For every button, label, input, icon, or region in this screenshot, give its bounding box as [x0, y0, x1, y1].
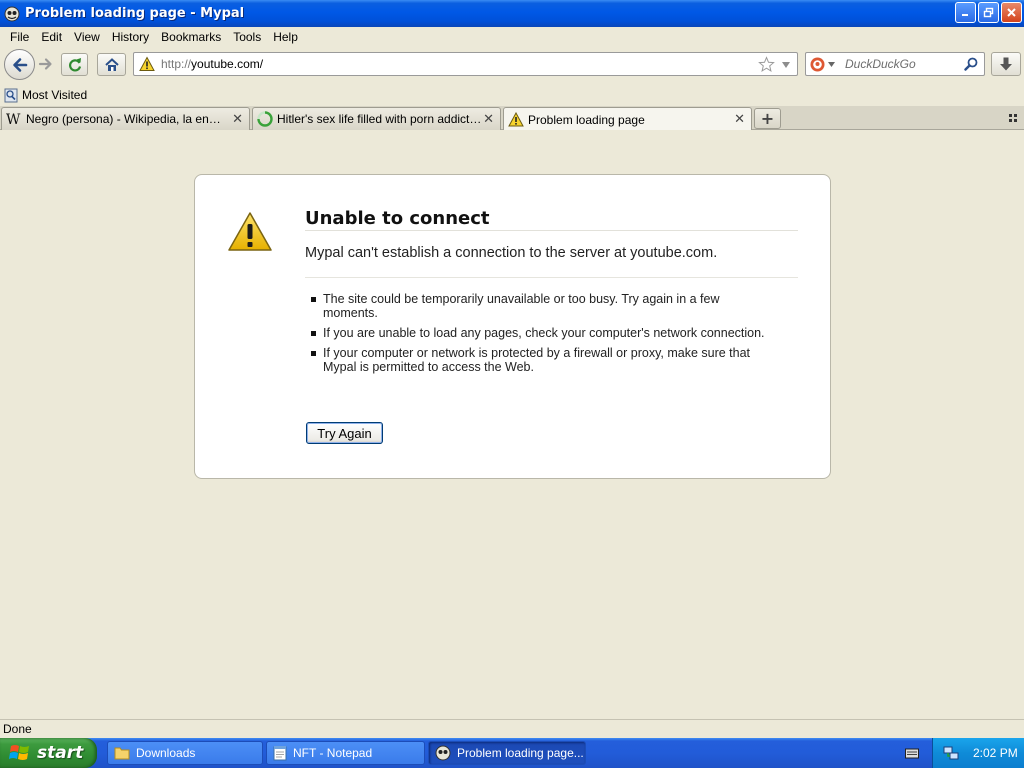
taskbar-item-label: Downloads: [136, 746, 196, 760]
list-item: If your computer or network is protected…: [311, 346, 771, 374]
error-panel: Unable to connect Mypal can't establish …: [194, 174, 831, 479]
url-dropdown-icon[interactable]: [781, 61, 791, 69]
taskbar-item-label: Problem loading page...: [457, 746, 584, 760]
most-visited-item[interactable]: Most Visited: [4, 88, 87, 103]
tab-label: Problem loading page: [528, 112, 645, 127]
try-again-button[interactable]: Try Again: [306, 422, 383, 444]
most-visited-folder-icon: [4, 88, 18, 102]
tab-label: Negro (persona) - Wikipedia, la enciclop…: [26, 112, 226, 126]
close-tab-icon[interactable]: ✕: [232, 112, 243, 127]
mypal-app-icon: [4, 6, 20, 21]
window-title: Problem loading page - Mypal: [25, 6, 245, 21]
new-tab-button[interactable]: +: [754, 108, 781, 129]
tab-label: Hitler's sex life filled with porn addic…: [277, 112, 483, 126]
error-suggestions: The site could be temporarily unavailabl…: [311, 292, 771, 380]
taskbar-item-mypal[interactable]: Problem loading page...: [428, 741, 586, 765]
error-title: Unable to connect: [305, 208, 490, 229]
most-visited-label: Most Visited: [22, 88, 88, 102]
restore-icon: [983, 7, 994, 18]
tab-article[interactable]: Hitler's sex life filled with porn addic…: [252, 107, 501, 130]
menu-history[interactable]: History: [106, 30, 155, 44]
keyboard-icon[interactable]: [905, 747, 919, 759]
network-icon[interactable]: [943, 745, 959, 761]
bookmarks-toolbar: Most Visited: [0, 84, 1024, 106]
url-host: youtube.com/: [191, 57, 264, 71]
loading-spinner-icon: [257, 111, 273, 127]
bookmark-star-icon[interactable]: [758, 56, 775, 73]
menu-bar: File Edit View History Bookmarks Tools H…: [0, 27, 1024, 46]
status-text: Done: [3, 722, 32, 736]
error-message: Mypal can't establish a connection to th…: [305, 245, 718, 261]
windows-logo-icon: [9, 745, 29, 760]
system-tray: 2:02 PM: [932, 738, 1024, 768]
restore-button[interactable]: [978, 2, 999, 23]
large-warning-icon: [228, 212, 272, 251]
mypal-app-icon: [435, 745, 451, 761]
taskbar-item-label: NFT - Notepad: [293, 746, 373, 760]
menu-edit[interactable]: Edit: [35, 30, 68, 44]
page-content: Unable to connect Mypal can't establish …: [0, 130, 1024, 719]
taskbar-item-downloads[interactable]: Downloads: [107, 741, 263, 765]
close-tab-icon[interactable]: ✕: [734, 112, 745, 127]
message-divider: [305, 277, 798, 278]
menu-view[interactable]: View: [68, 30, 106, 44]
folder-icon: [114, 747, 130, 760]
close-tab-icon[interactable]: ✕: [483, 112, 494, 127]
reload-button[interactable]: [61, 53, 88, 76]
all-tabs-icon[interactable]: [1009, 113, 1019, 123]
back-arrow-icon: [12, 57, 27, 72]
warning-favicon-icon: [508, 112, 524, 127]
duckduckgo-icon: [810, 57, 825, 71]
address-bar[interactable]: http://youtube.com/: [133, 52, 798, 76]
navigation-toolbar: http://youtube.com/ DuckDuckGo: [0, 46, 1024, 84]
menu-bookmarks[interactable]: Bookmarks: [155, 30, 227, 44]
tab-wikipedia[interactable]: W Negro (persona) - Wikipedia, la encicl…: [1, 107, 250, 130]
notepad-icon: [273, 746, 287, 761]
browser-window: Problem loading page - Mypal File Edit V…: [0, 0, 1024, 768]
forward-button[interactable]: [35, 53, 57, 75]
search-placeholder: DuckDuckGo: [845, 57, 916, 71]
list-item: The site could be temporarily unavailabl…: [311, 292, 771, 320]
tab-problem-loading[interactable]: Problem loading page ✕: [503, 107, 752, 131]
reload-icon: [68, 57, 81, 71]
downloads-button[interactable]: [991, 52, 1021, 76]
menu-help[interactable]: Help: [267, 30, 304, 44]
start-button[interactable]: start: [0, 738, 97, 768]
plus-icon: +: [760, 109, 775, 128]
taskbar-item-notepad[interactable]: NFT - Notepad: [266, 741, 425, 765]
menu-tools[interactable]: Tools: [227, 30, 267, 44]
status-bar: Done: [0, 719, 1024, 738]
minimize-icon: [962, 14, 968, 16]
engine-dropdown-icon[interactable]: [828, 61, 835, 67]
menu-file[interactable]: File: [4, 30, 35, 44]
search-bar[interactable]: DuckDuckGo: [805, 52, 985, 76]
wikipedia-favicon-icon: W: [6, 112, 21, 126]
back-button[interactable]: [4, 49, 35, 80]
home-button[interactable]: [97, 53, 126, 76]
start-label: start: [37, 743, 84, 763]
search-icon[interactable]: [964, 57, 979, 72]
close-window-button[interactable]: [1001, 2, 1022, 23]
warning-icon: [139, 56, 155, 71]
tab-strip: W Negro (persona) - Wikipedia, la encicl…: [0, 106, 1024, 131]
taskbar: start Downloads NFT - Notepad Problem lo…: [0, 738, 1024, 768]
close-icon: [1007, 8, 1016, 17]
svg-text:W: W: [6, 112, 21, 126]
list-item: If you are unable to load any pages, che…: [311, 326, 771, 340]
download-arrow-icon: [1000, 57, 1012, 71]
title-bar[interactable]: Problem loading page - Mypal: [0, 0, 1024, 27]
forward-arrow-icon: [38, 58, 52, 70]
home-icon: [104, 57, 119, 71]
title-divider: [305, 230, 798, 231]
address-text: http://youtube.com/: [161, 57, 263, 71]
minimize-button[interactable]: [955, 2, 976, 23]
url-protocol: http://: [161, 57, 192, 71]
clock: 2:02 PM: [973, 746, 1018, 760]
